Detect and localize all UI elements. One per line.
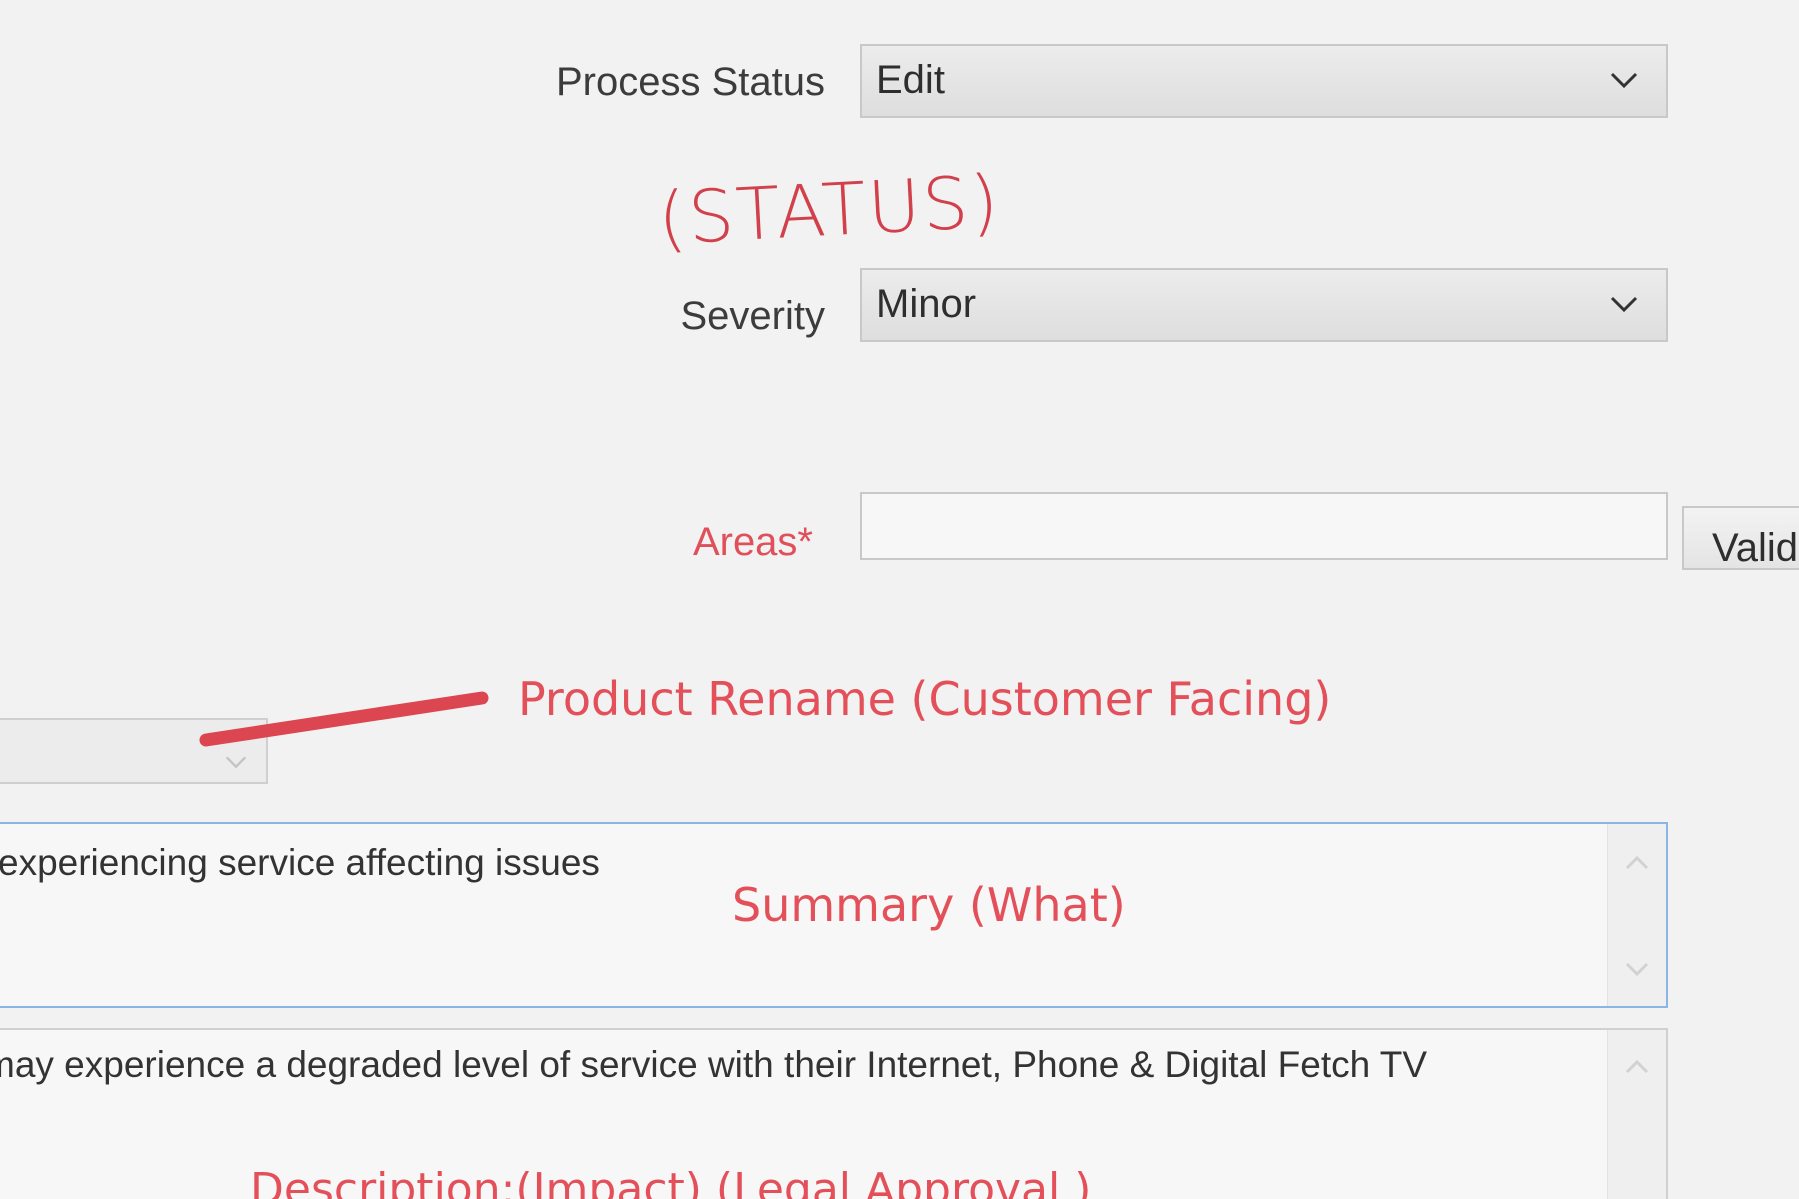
- process-status-value: Edit: [876, 58, 945, 102]
- validate-button[interactable]: Valid: [1682, 506, 1799, 570]
- description-scrollbar[interactable]: [1607, 1030, 1666, 1199]
- summary-scrollbar[interactable]: [1607, 824, 1666, 1006]
- summary-annotation: Summary (What): [732, 878, 1126, 932]
- marker-line: [199, 691, 489, 747]
- chevron-down-icon: [225, 756, 247, 769]
- incident-form: Process Status Edit (STATUS) Severity Mi…: [0, 0, 1799, 1199]
- severity-label: Severity: [680, 294, 826, 338]
- chevron-up-icon: [1625, 855, 1649, 870]
- description-annotation: Description:(Impact) (Legal Approval ): [250, 1164, 1092, 1199]
- description-text: may experience a degraded level of servi…: [0, 1044, 1428, 1085]
- areas-label: Areas*: [692, 520, 813, 564]
- chevron-up-icon: [1625, 1059, 1649, 1074]
- status-annotation: (STATUS): [656, 159, 1003, 261]
- severity-dropdown[interactable]: Minor: [860, 268, 1668, 342]
- process-status-label: Process Status: [555, 60, 825, 104]
- product-rename-annotation: Product Rename (Customer Facing): [518, 672, 1332, 726]
- chevron-down-icon: [1610, 72, 1638, 89]
- chevron-down-icon: [1610, 296, 1638, 313]
- areas-input[interactable]: [860, 492, 1668, 560]
- process-status-dropdown[interactable]: Edit: [860, 44, 1668, 118]
- summary-text: experiencing service affecting issues: [0, 842, 600, 883]
- severity-value: Minor: [876, 282, 977, 326]
- chevron-down-icon: [1625, 962, 1649, 977]
